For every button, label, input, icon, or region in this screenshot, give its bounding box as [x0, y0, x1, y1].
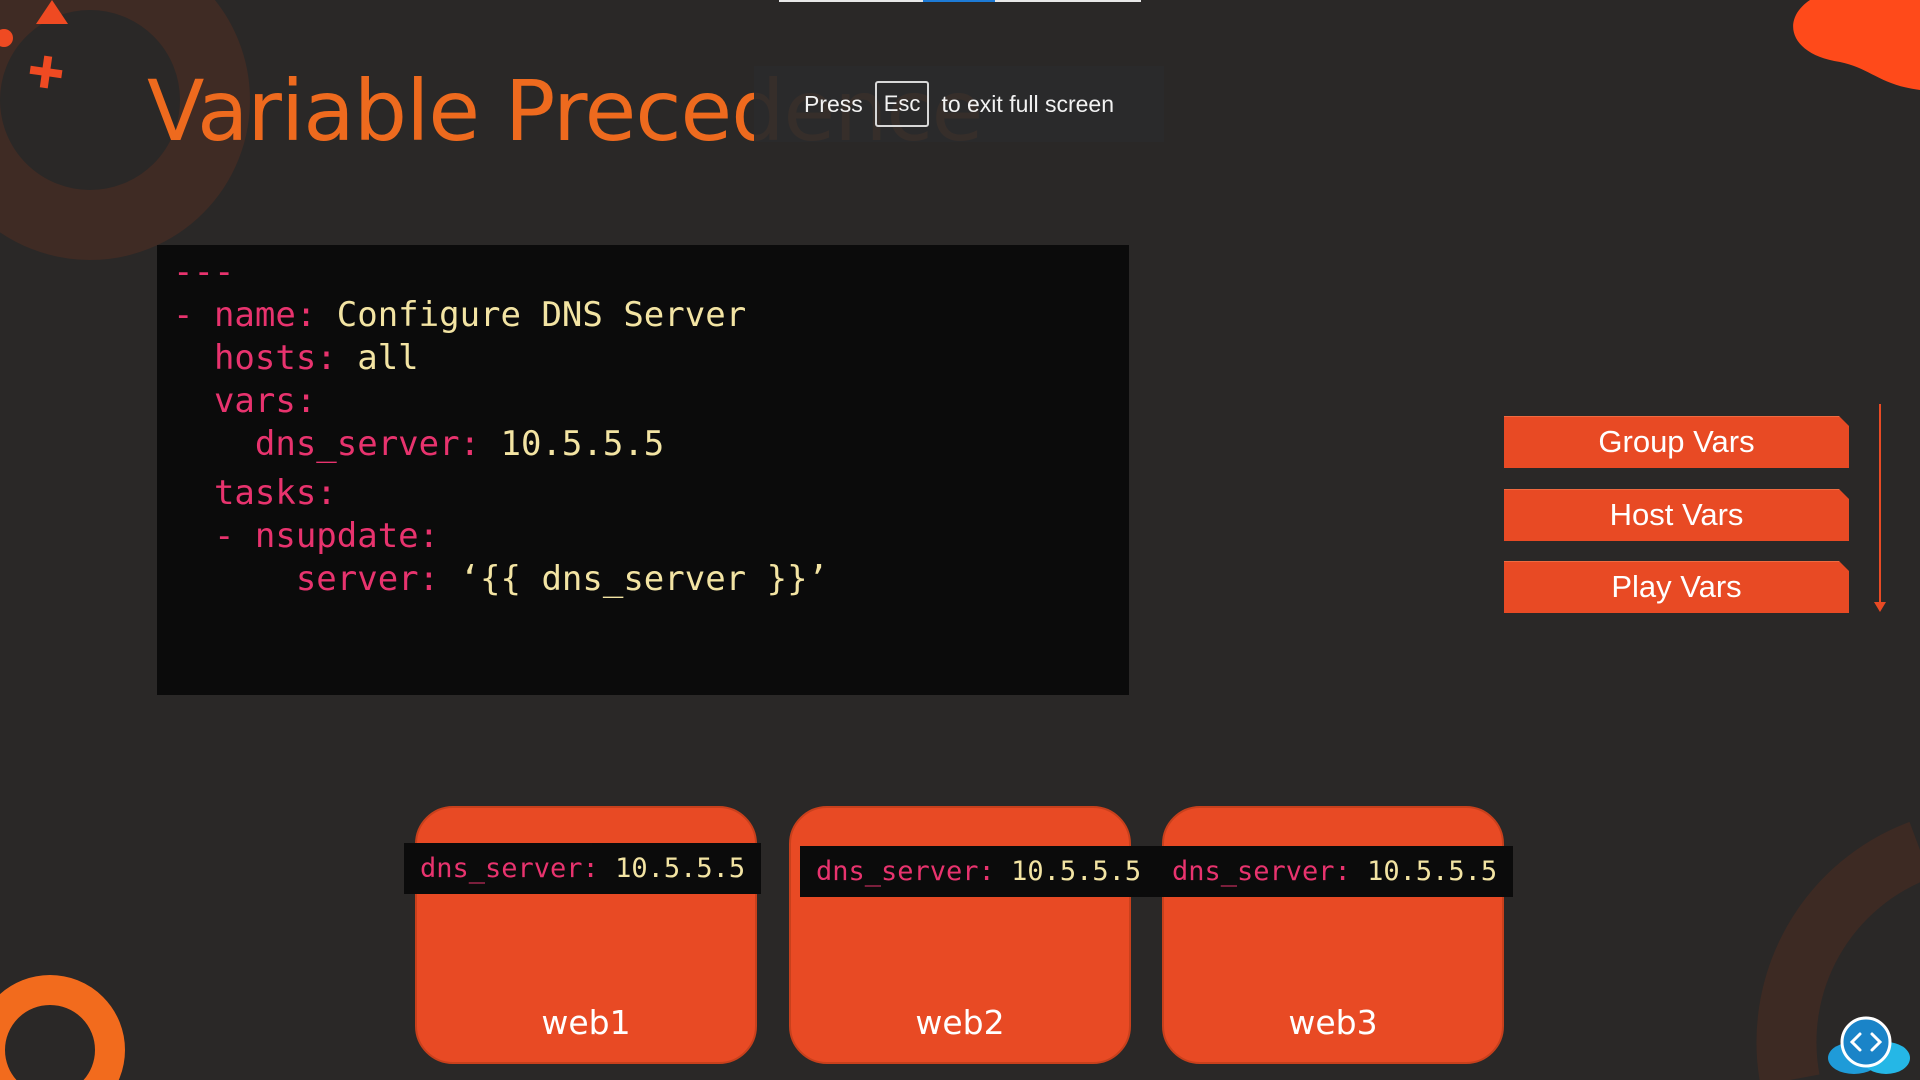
- code-line: ---: [173, 251, 828, 294]
- var-key: dns_server:: [1172, 856, 1368, 887]
- server-label-web2: web2: [915, 1003, 1005, 1042]
- code-key: hosts:: [173, 338, 358, 378]
- code-value: ‘{{ dns_server }}’: [459, 559, 829, 599]
- banner-message-text: to exit full screen: [941, 90, 1115, 117]
- var-tag-web2: dns_server: 10.5.5.5: [800, 846, 1158, 897]
- var-value: 10.5.5.5: [615, 853, 746, 884]
- var-value: 10.5.5.5: [1367, 856, 1498, 887]
- code-key: - name:: [173, 295, 337, 335]
- code-line: server: ‘{{ dns_server }}’: [173, 558, 828, 601]
- var-key: dns_server:: [420, 853, 616, 884]
- server-label-web1: web1: [541, 1003, 631, 1042]
- precedence-arrow-line: [1879, 404, 1881, 604]
- var-tag-web3: dns_server: 10.5.5.5: [1156, 846, 1514, 897]
- code-key: tasks:: [173, 473, 337, 513]
- play-vars-label: Play Vars: [1611, 569, 1742, 604]
- var-tag-web1: dns_server: 10.5.5.5: [404, 843, 762, 894]
- code-key: vars:: [173, 381, 317, 421]
- triangle-icon: [36, 0, 68, 24]
- playbook-code: --- - name: Configure DNS Server hosts: a…: [173, 251, 828, 601]
- play-vars-box: Play Vars: [1504, 561, 1849, 613]
- code-value: all: [357, 338, 419, 378]
- code-line: hosts: all: [173, 337, 828, 380]
- code-line: vars:: [173, 380, 828, 423]
- plus-icon: [29, 55, 63, 89]
- banner-press-text: Press: [803, 90, 863, 117]
- code-key: server:: [173, 559, 460, 599]
- code-line: - nsupdate:: [173, 515, 828, 558]
- playbook-code-panel: --- - name: Configure DNS Server hosts: a…: [157, 245, 1129, 695]
- progress-indicator: [923, 0, 995, 2]
- code-line: - name: Configure DNS Server: [173, 294, 828, 337]
- fullscreen-exit-banner: Press Esc to exit full screen: [754, 66, 1164, 142]
- server-label-web3: web3: [1288, 1003, 1378, 1042]
- precedence-arrow-head-icon: [1874, 602, 1886, 612]
- code-value: Configure DNS Server: [336, 295, 747, 335]
- host-vars-label: Host Vars: [1609, 497, 1744, 532]
- code-key: ---: [173, 252, 235, 292]
- code-key: - nsupdate:: [173, 516, 440, 556]
- group-vars-label: Group Vars: [1598, 424, 1755, 459]
- group-vars-box: Group Vars: [1504, 416, 1849, 468]
- cloud-code-logo-icon: [1828, 1016, 1910, 1074]
- server-web2: web2: [789, 806, 1131, 1064]
- code-key: dns_server:: [173, 424, 501, 464]
- var-key: dns_server:: [816, 856, 1012, 887]
- code-value: 10.5.5.5: [500, 424, 665, 464]
- server-web3: web3: [1162, 806, 1504, 1064]
- code-line: tasks:: [173, 472, 828, 515]
- esc-key-badge: Esc: [874, 81, 930, 127]
- host-vars-box: Host Vars: [1504, 489, 1849, 541]
- code-line: dns_server: 10.5.5.5: [173, 423, 828, 466]
- var-value: 10.5.5.5: [1011, 856, 1142, 887]
